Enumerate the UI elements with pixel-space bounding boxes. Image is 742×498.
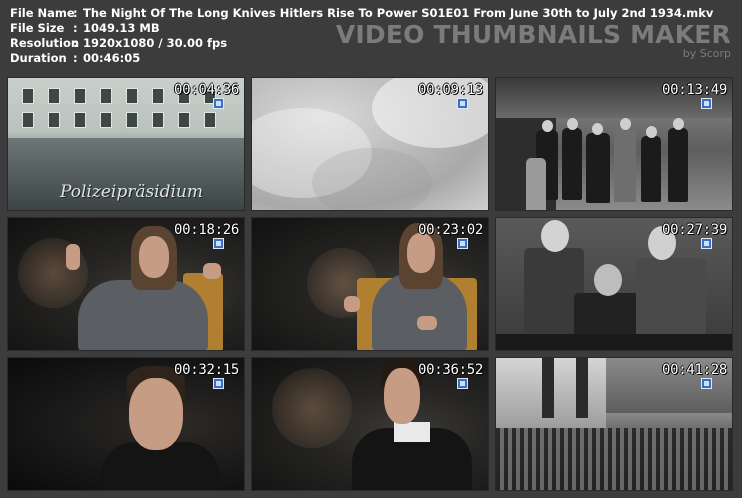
timestamp: 00:27:39 bbox=[661, 222, 727, 238]
building-sign-text: Polizeipräsidium bbox=[60, 182, 204, 202]
timestamp: 00:41:28 bbox=[661, 362, 727, 378]
thumbnail-3[interactable]: 00:13:49 bbox=[495, 77, 733, 211]
frame-marker-icon bbox=[701, 378, 712, 389]
separator: : bbox=[73, 36, 78, 50]
file-name-label: File Name bbox=[10, 6, 75, 20]
separator: : bbox=[73, 6, 78, 20]
duration-value: 00:46:05 bbox=[83, 51, 141, 65]
resolution-value: 1920x1080 / 30.00 fps bbox=[83, 36, 228, 50]
marching-columns bbox=[496, 428, 732, 490]
timestamp: 00:04:36 bbox=[173, 82, 239, 98]
duration-label: Duration bbox=[10, 51, 67, 65]
timestamp: 00:09:13 bbox=[417, 82, 483, 98]
frame-marker-icon bbox=[213, 98, 224, 109]
thumbnail-5[interactable]: 00:23:02 bbox=[251, 217, 489, 351]
frame-marker-icon bbox=[701, 238, 712, 249]
brand-title: VIDEO THUMBNAILS MAKER bbox=[335, 20, 731, 49]
file-size-label: File Size bbox=[10, 21, 65, 35]
file-name-value: The Night Of The Long Knives Hitlers Ris… bbox=[83, 6, 714, 20]
thumbnail-2[interactable]: 00:09:13 bbox=[251, 77, 489, 211]
timestamp: 00:32:15 bbox=[173, 362, 239, 378]
frame-marker-icon bbox=[457, 238, 468, 249]
thumbnail-1[interactable]: Polizeipräsidium 00:04:36 bbox=[7, 77, 245, 211]
frame-marker-icon bbox=[701, 98, 712, 109]
frame-marker-icon bbox=[457, 98, 468, 109]
file-size-value: 1049.13 MB bbox=[83, 21, 160, 35]
frame-marker-icon bbox=[457, 378, 468, 389]
separator: : bbox=[73, 51, 78, 65]
file-name-row: File Name: The Night Of The Long Knives H… bbox=[10, 6, 713, 21]
frame-marker-icon bbox=[213, 378, 224, 389]
timestamp: 00:18:26 bbox=[173, 222, 239, 238]
frame-marker-icon bbox=[213, 238, 224, 249]
timestamp: 00:23:02 bbox=[417, 222, 483, 238]
thumbnail-4[interactable]: 00:18:26 bbox=[7, 217, 245, 351]
thumbnail-9[interactable]: 00:41:28 bbox=[495, 357, 733, 491]
thumbnail-6[interactable]: 00:27:39 bbox=[495, 217, 733, 351]
timestamp: 00:13:49 bbox=[661, 82, 727, 98]
timestamp: 00:36:52 bbox=[417, 362, 483, 378]
separator: : bbox=[73, 21, 78, 35]
resolution-label: Resolution bbox=[10, 36, 80, 50]
thumbnail-8[interactable]: 00:36:52 bbox=[251, 357, 489, 491]
brand-watermark: VIDEO THUMBNAILS MAKER by Scorp bbox=[335, 20, 731, 61]
thumbnail-7[interactable]: 00:32:15 bbox=[7, 357, 245, 491]
